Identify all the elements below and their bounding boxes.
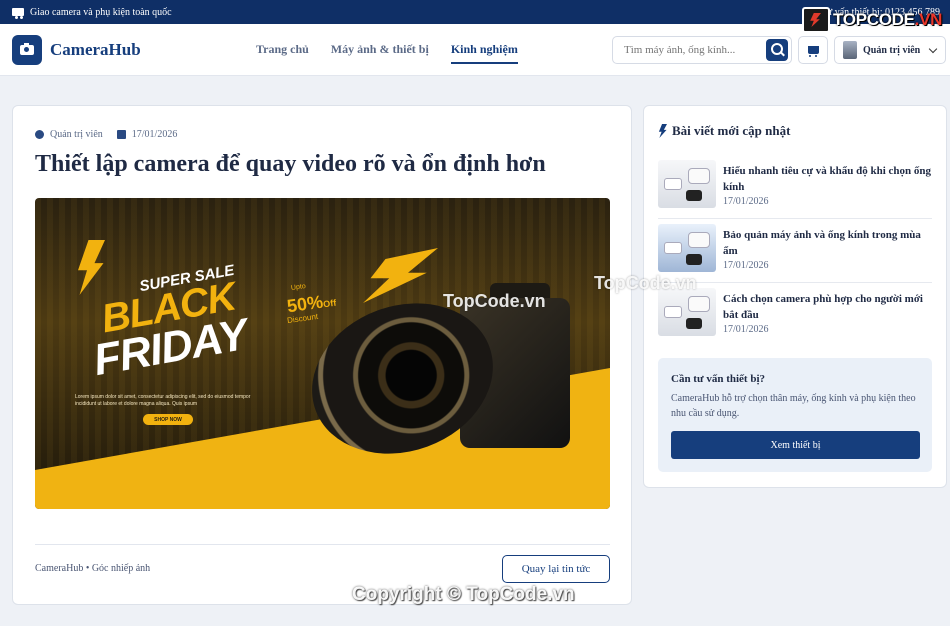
sidebar-post[interactable]: Cách chọn camera phù hợp cho người mới b…	[658, 288, 932, 346]
sidebar-post[interactable]: Hiểu nhanh tiêu cự và khẩu độ khi chọn ố…	[658, 160, 935, 219]
shipping-info: Giao camera và phụ kiện toàn quốc	[12, 6, 172, 19]
calendar-icon	[116, 130, 126, 139]
post-thumbnail	[658, 160, 716, 208]
consult-box: Cần tư vấn thiết bị? CameraHub hỗ trợ ch…	[658, 358, 932, 472]
article-title: Thiết lập camera để quay video rõ và ổn …	[35, 151, 546, 177]
chevron-down-icon	[928, 44, 938, 53]
banner-shop-now: SHOP NOW	[143, 414, 193, 425]
search-button[interactable]	[766, 39, 788, 61]
post-date: 17/01/2026	[723, 196, 769, 207]
view-devices-button[interactable]: Xem thiết bị	[671, 431, 920, 459]
watermark: TopCode.vn	[443, 291, 546, 311]
sidebar: Bài viết mới cập nhật Hiểu nhanh tiêu cự…	[643, 105, 947, 488]
topcode-logo: TOPCODE.VN	[802, 7, 942, 33]
sidebar-title: Bài viết mới cập nhật	[658, 123, 790, 139]
post-thumbnail	[658, 224, 716, 272]
search-input[interactable]	[624, 44, 764, 56]
topcode-logo-text: TOPCODE.VN	[833, 10, 943, 29]
banner-lorem: Lorem ipsum dolor sit amet, consectetur …	[75, 394, 251, 407]
user-icon	[35, 130, 44, 139]
user-name: Quản trị viên	[863, 44, 921, 56]
back-to-news-button[interactable]: Quay lại tin tức	[502, 555, 610, 583]
post-thumbnail	[658, 288, 716, 336]
post-date: 17/01/2026	[723, 324, 769, 335]
search-box	[612, 36, 792, 64]
user-menu[interactable]: Quản trị viên	[834, 36, 946, 64]
sidebar-post[interactable]: Bảo quản máy ảnh và ống kính trong mùa ẩ…	[658, 224, 935, 283]
post-date: 17/01/2026	[723, 260, 769, 271]
avatar	[843, 41, 857, 59]
shipping-text: Giao camera và phụ kiện toàn quốc	[30, 6, 172, 18]
nav-cameras[interactable]: Máy ảnh & thiết bị	[331, 42, 429, 64]
lightning-icon	[658, 124, 667, 138]
post-title[interactable]: Cách chọn camera phù hợp cho người mới b…	[723, 291, 935, 323]
article-date: 17/01/2026	[131, 129, 178, 140]
site-logo[interactable]: CameraHub	[12, 35, 141, 65]
article-author: Quản trị viên	[50, 129, 103, 140]
post-title[interactable]: Hiểu nhanh tiêu cự và khẩu độ khi chọn ố…	[723, 163, 935, 195]
truck-icon	[12, 8, 24, 19]
article-footer-text: CameraHub • Góc nhiếp ảnh	[35, 563, 151, 574]
post-title[interactable]: Bảo quản máy ảnh và ống kính trong mùa ẩ…	[723, 227, 935, 259]
nav-home[interactable]: Trang chủ	[256, 42, 309, 64]
article-meta: Quản trị viên 17/01/2026	[35, 129, 177, 140]
article-banner-image: SUPER SALE BLACK FRIDAY Upto 50%Off Disc…	[35, 198, 610, 509]
logo-text: CameraHub	[50, 40, 141, 59]
cart-icon	[807, 46, 819, 57]
main-nav: Trang chủ Máy ảnh & thiết bị Kinh nghiệm	[256, 42, 518, 64]
topcode-logo-icon	[802, 7, 830, 33]
consult-description: CameraHub hỗ trợ chọn thân máy, ống kính…	[671, 393, 916, 419]
divider	[35, 544, 610, 545]
copyright-watermark: Copyright © TopCode.vn	[352, 584, 575, 605]
nav-experience[interactable]: Kinh nghiệm	[450, 42, 518, 64]
camera-logo-icon	[12, 35, 42, 65]
cart-button[interactable]	[798, 36, 828, 64]
consult-title: Cần tư vấn thiết bị?	[671, 373, 765, 385]
article-card: Quản trị viên 17/01/2026 Thiết lập camer…	[12, 105, 632, 605]
watermark: TopCode.vn	[594, 273, 697, 293]
